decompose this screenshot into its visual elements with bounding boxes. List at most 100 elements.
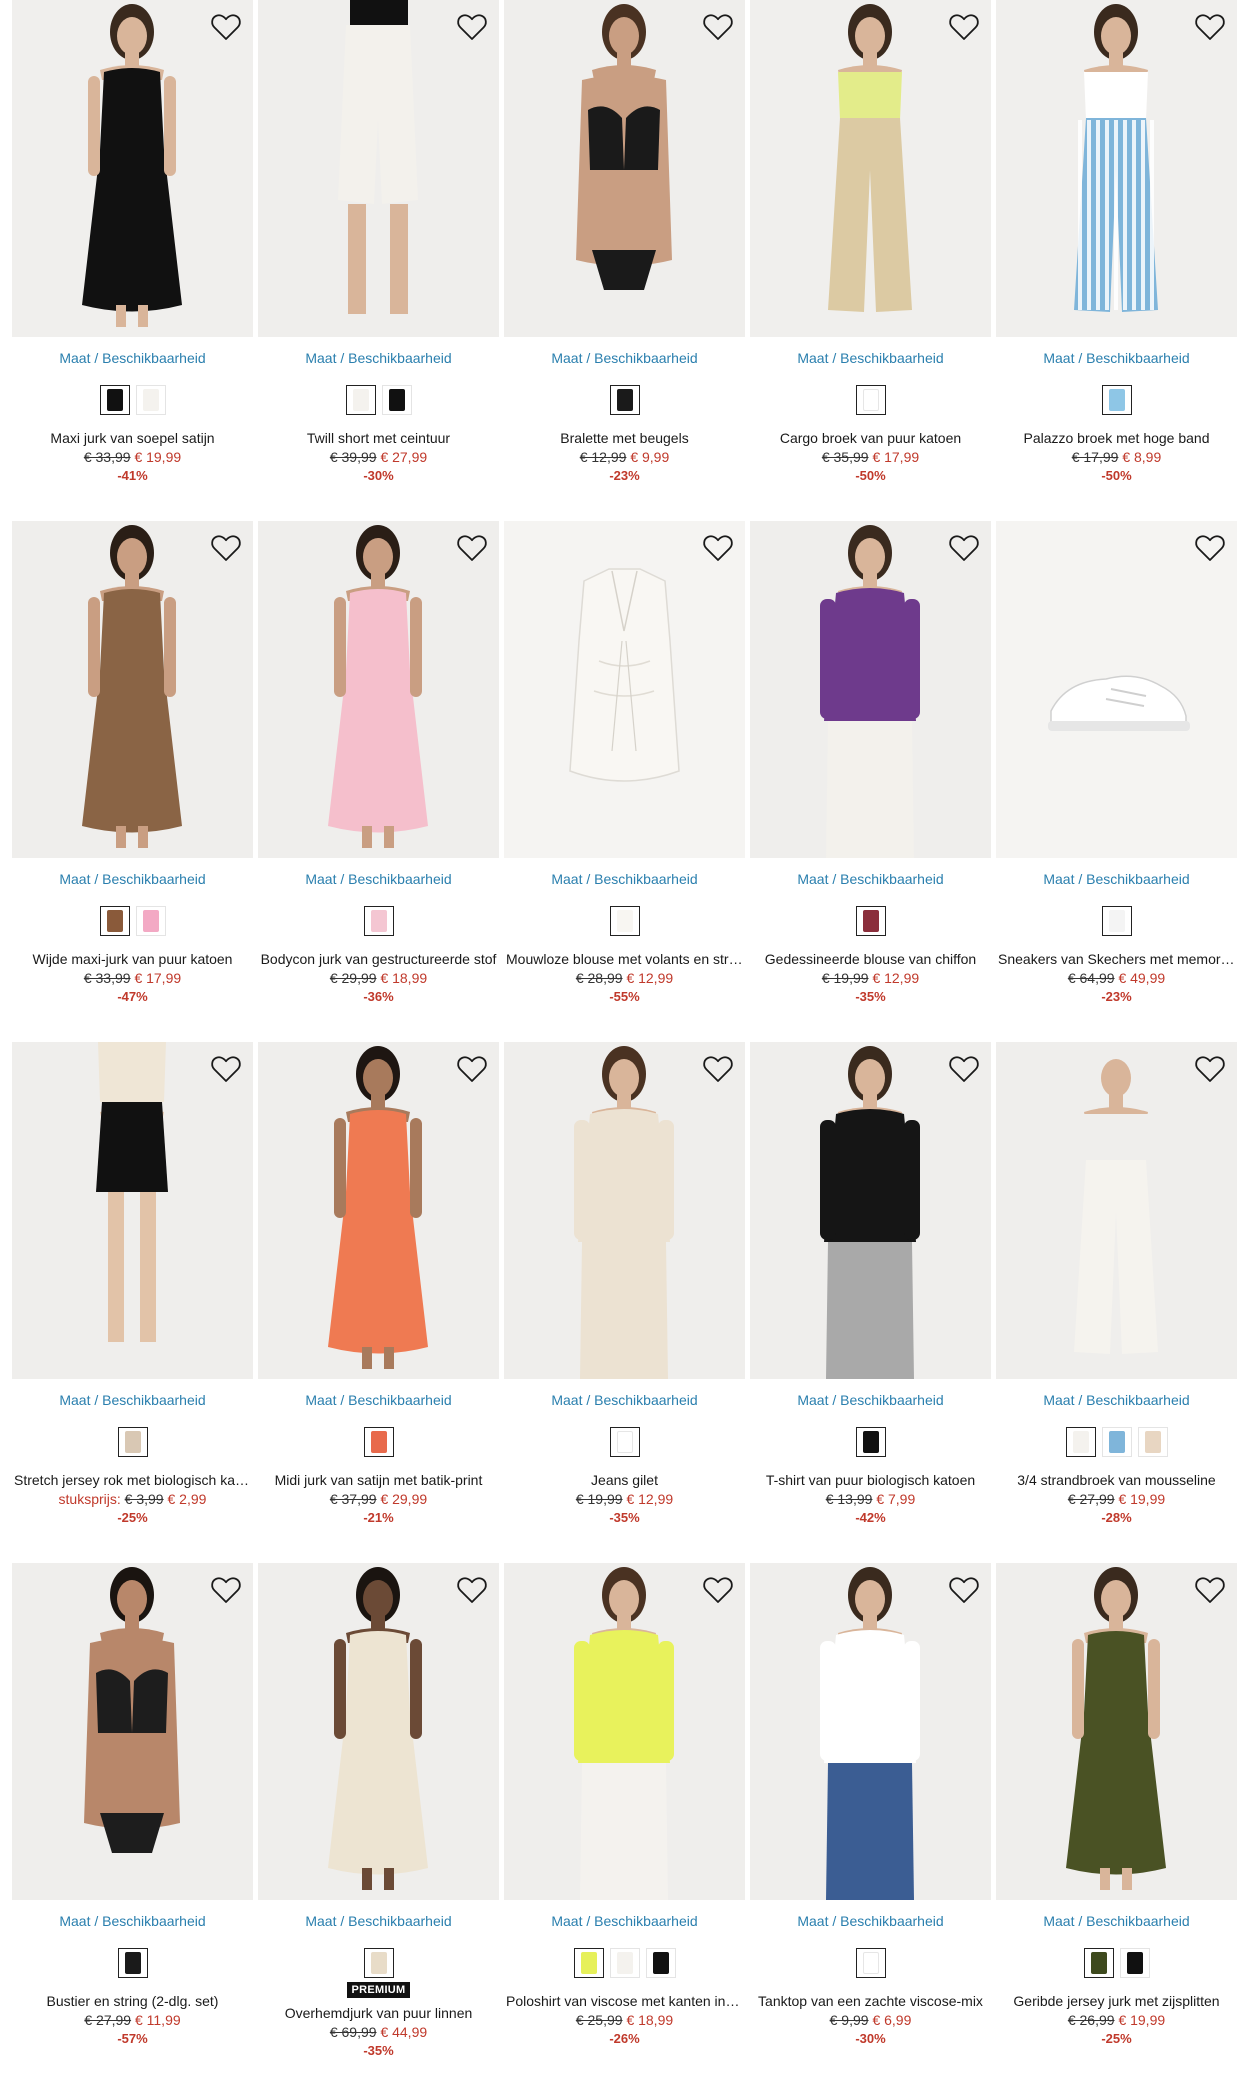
color-swatch[interactable]: [363, 1948, 394, 1978]
product-title[interactable]: Overhemdjurk van puur linnen: [258, 2004, 499, 2022]
size-availability-link[interactable]: Maat / Beschikbaarheid: [258, 871, 499, 888]
product-card[interactable]: Maat / Beschikbaarheid Mouwloze blouse me…: [504, 521, 745, 1042]
color-swatch[interactable]: [117, 1427, 148, 1457]
color-swatch[interactable]: [363, 906, 394, 936]
color-swatch[interactable]: [1101, 906, 1132, 936]
wishlist-button[interactable]: [701, 10, 735, 44]
wishlist-button[interactable]: [1193, 10, 1227, 44]
wishlist-button[interactable]: [209, 1573, 243, 1607]
color-swatch[interactable]: [381, 385, 412, 415]
product-card[interactable]: Maat / Beschikbaarheid Gedessineerde blou…: [750, 521, 991, 1042]
size-availability-link[interactable]: Maat / Beschikbaarheid: [750, 871, 991, 888]
product-card[interactable]: Maat / Beschikbaarheid Bustier en string …: [12, 1563, 253, 2084]
product-card[interactable]: Maat / Beschikbaarheid Midi jurk van sati…: [258, 1042, 499, 1563]
color-swatch[interactable]: [99, 906, 130, 936]
wishlist-button[interactable]: [1193, 1052, 1227, 1086]
color-swatch[interactable]: [135, 385, 166, 415]
product-title[interactable]: Bralette met beugels: [504, 429, 745, 447]
product-image-wrap[interactable]: [504, 0, 745, 337]
product-card[interactable]: Maat / Beschikbaarheid Tanktop van een za…: [750, 1563, 991, 2084]
size-availability-link[interactable]: Maat / Beschikbaarheid: [996, 1913, 1237, 1930]
wishlist-button[interactable]: [209, 1052, 243, 1086]
size-availability-link[interactable]: Maat / Beschikbaarheid: [258, 350, 499, 367]
size-availability-link[interactable]: Maat / Beschikbaarheid: [504, 1913, 745, 1930]
product-image-wrap[interactable]: [12, 521, 253, 858]
product-card[interactable]: Maat / Beschikbaarheid Bralette met beuge…: [504, 0, 745, 521]
product-image-wrap[interactable]: [504, 1042, 745, 1379]
product-title[interactable]: Sneakers van Skechers met memory foam: [996, 950, 1237, 968]
size-availability-link[interactable]: Maat / Beschikbaarheid: [750, 350, 991, 367]
product-image-wrap[interactable]: [750, 1042, 991, 1379]
product-image-wrap[interactable]: [258, 1563, 499, 1900]
color-swatch[interactable]: [99, 385, 130, 415]
color-swatch[interactable]: [609, 1948, 640, 1978]
product-card[interactable]: Maat / Beschikbaarheid Bodycon jurk van g…: [258, 521, 499, 1042]
product-image-wrap[interactable]: [750, 1563, 991, 1900]
wishlist-button[interactable]: [455, 531, 489, 565]
wishlist-button[interactable]: [1193, 1573, 1227, 1607]
product-title[interactable]: Maxi jurk van soepel satijn: [12, 429, 253, 447]
color-swatch[interactable]: [1137, 1427, 1168, 1457]
product-image-wrap[interactable]: [258, 1042, 499, 1379]
product-card[interactable]: Maat / Beschikbaarheid Cargo broek van pu…: [750, 0, 991, 521]
wishlist-button[interactable]: [947, 10, 981, 44]
product-image-wrap[interactable]: [12, 1563, 253, 1900]
color-swatch[interactable]: [609, 1427, 640, 1457]
product-image-wrap[interactable]: [258, 0, 499, 337]
product-title[interactable]: Wijde maxi-jurk van puur katoen: [12, 950, 253, 968]
product-image-wrap[interactable]: [750, 0, 991, 337]
product-card[interactable]: Maat / Beschikbaarheid Palazzo broek met …: [996, 0, 1237, 521]
color-swatch[interactable]: [1101, 385, 1132, 415]
size-availability-link[interactable]: Maat / Beschikbaarheid: [258, 1392, 499, 1409]
wishlist-button[interactable]: [455, 1573, 489, 1607]
color-swatch[interactable]: [1083, 1948, 1114, 1978]
product-card[interactable]: Maat / Beschikbaarheid PREMIUM Overhemdjur…: [258, 1563, 499, 2084]
size-availability-link[interactable]: Maat / Beschikbaarheid: [504, 1392, 745, 1409]
size-availability-link[interactable]: Maat / Beschikbaarheid: [996, 350, 1237, 367]
product-title[interactable]: Gedessineerde blouse van chiffon: [750, 950, 991, 968]
product-image-wrap[interactable]: [996, 1563, 1237, 1900]
color-swatch[interactable]: [855, 906, 886, 936]
color-swatch[interactable]: [609, 906, 640, 936]
wishlist-button[interactable]: [947, 1573, 981, 1607]
product-card[interactable]: Maat / Beschikbaarheid Wijde maxi-jurk va…: [12, 521, 253, 1042]
product-card[interactable]: Maat / Beschikbaarheid Geribde jersey jur…: [996, 1563, 1237, 2084]
color-swatch[interactable]: [1065, 1427, 1096, 1457]
product-title[interactable]: Geribde jersey jurk met zijsplitten: [996, 1992, 1237, 2010]
size-availability-link[interactable]: Maat / Beschikbaarheid: [12, 1392, 253, 1409]
product-card[interactable]: Maat / Beschikbaarheid Maxi jurk van soep…: [12, 0, 253, 521]
product-title[interactable]: Palazzo broek met hoge band: [996, 429, 1237, 447]
wishlist-button[interactable]: [1193, 531, 1227, 565]
size-availability-link[interactable]: Maat / Beschikbaarheid: [12, 1913, 253, 1930]
size-availability-link[interactable]: Maat / Beschikbaarheid: [996, 1392, 1237, 1409]
product-card[interactable]: Maat / Beschikbaarheid Poloshirt van visc…: [504, 1563, 745, 2084]
product-title[interactable]: Tanktop van een zachte viscose-mix: [750, 1992, 991, 2010]
color-swatch[interactable]: [135, 906, 166, 936]
wishlist-button[interactable]: [701, 1573, 735, 1607]
color-swatch[interactable]: [1101, 1427, 1132, 1457]
size-availability-link[interactable]: Maat / Beschikbaarheid: [504, 350, 745, 367]
product-card[interactable]: Maat / Beschikbaarheid Stretch jersey rok…: [12, 1042, 253, 1563]
product-card[interactable]: Maat / Beschikbaarheid Sneakers van Skech…: [996, 521, 1237, 1042]
wishlist-button[interactable]: [455, 10, 489, 44]
product-title[interactable]: Bodycon jurk van gestructureerde stof: [258, 950, 499, 968]
product-card[interactable]: Maat / Beschikbaarheid Twill short met ce…: [258, 0, 499, 521]
wishlist-button[interactable]: [209, 531, 243, 565]
size-availability-link[interactable]: Maat / Beschikbaarheid: [12, 350, 253, 367]
size-availability-link[interactable]: Maat / Beschikbaarheid: [996, 871, 1237, 888]
product-image-wrap[interactable]: [504, 521, 745, 858]
product-image-wrap[interactable]: [750, 521, 991, 858]
color-swatch[interactable]: [609, 385, 640, 415]
product-title[interactable]: Stretch jersey rok met biologisch katoen: [12, 1471, 253, 1489]
product-title[interactable]: T-shirt van puur biologisch katoen: [750, 1471, 991, 1489]
size-availability-link[interactable]: Maat / Beschikbaarheid: [504, 871, 745, 888]
product-title[interactable]: Poloshirt van viscose met kanten inzet: [504, 1992, 745, 2010]
color-swatch[interactable]: [117, 1948, 148, 1978]
product-image-wrap[interactable]: [996, 521, 1237, 858]
wishlist-button[interactable]: [455, 1052, 489, 1086]
product-image-wrap[interactable]: [258, 521, 499, 858]
size-availability-link[interactable]: Maat / Beschikbaarheid: [750, 1913, 991, 1930]
color-swatch[interactable]: [855, 1948, 886, 1978]
product-card[interactable]: Maat / Beschikbaarheid Jeans gilet € 19,99…: [504, 1042, 745, 1563]
product-title[interactable]: Midi jurk van satijn met batik-print: [258, 1471, 499, 1489]
